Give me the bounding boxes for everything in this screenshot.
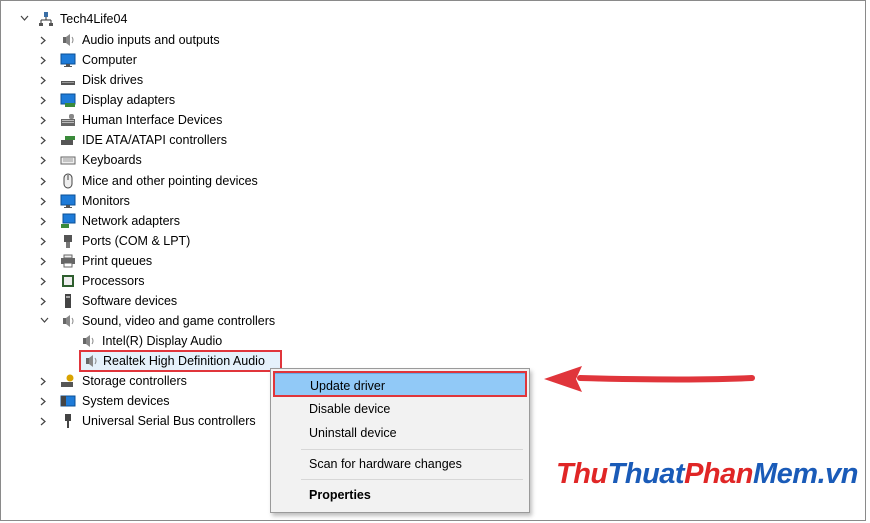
chevron-down-icon[interactable] [38, 311, 50, 331]
speaker-icon [60, 313, 76, 329]
software-device-icon [60, 293, 76, 309]
tree-item-label: Realtek High Definition Audio [103, 354, 265, 368]
menu-item-properties[interactable]: Properties [271, 483, 529, 507]
menu-separator [301, 449, 523, 450]
chevron-right-icon[interactable] [38, 371, 50, 391]
chevron-right-icon[interactable] [38, 50, 50, 70]
tree-item-label: Intel(R) Display Audio [102, 334, 223, 348]
context-menu: Update driver Disable device Uninstall d… [270, 368, 530, 513]
menu-item-disable-device[interactable]: Disable device [271, 397, 529, 421]
monitor-icon [60, 193, 76, 209]
tree-item-label: Universal Serial Bus controllers [82, 414, 256, 428]
watermark-part: Phan [684, 458, 753, 490]
chevron-down-icon[interactable] [18, 9, 30, 29]
tree-item-label: Human Interface Devices [82, 113, 223, 127]
tree-item-label: Disk drives [82, 73, 144, 87]
chevron-right-icon[interactable] [38, 110, 50, 130]
speaker-icon [60, 32, 76, 48]
chevron-right-icon[interactable] [38, 211, 50, 231]
chevron-right-icon[interactable] [38, 90, 50, 110]
tree-item-label: Display adapters [82, 93, 176, 107]
chevron-right-icon[interactable] [38, 271, 50, 291]
watermark-part: Thu [556, 458, 608, 490]
root-label: Tech4Life04 [60, 12, 128, 26]
tree-item-label: Network adapters [82, 214, 180, 228]
watermark-part: Thuat [607, 458, 685, 490]
tree-item-label: Software devices [82, 294, 178, 308]
tree-item-label: Monitors [82, 194, 130, 208]
hid-icon [60, 112, 76, 128]
menu-item-label: Uninstall device [309, 426, 397, 440]
tree-item-label: System devices [82, 394, 170, 408]
chevron-right-icon[interactable] [38, 291, 50, 311]
menu-item-update-driver[interactable]: Update driver [273, 373, 527, 397]
menu-item-label: Scan for hardware changes [309, 457, 462, 471]
tree-item-label: IDE ATA/ATAPI controllers [82, 133, 227, 147]
storage-icon [60, 373, 76, 389]
tree-item-label: Processors [82, 274, 145, 288]
menu-item-label: Update driver [310, 379, 386, 393]
tree-item-label: Print queues [82, 254, 153, 268]
tree-item-label: Sound, video and game controllers [82, 314, 276, 328]
menu-item-scan-hardware[interactable]: Scan for hardware changes [271, 452, 529, 476]
watermark-part: Mem.vn [753, 458, 858, 490]
menu-item-label: Properties [309, 488, 371, 502]
tree-item-label: Computer [82, 53, 137, 67]
computer-tree-icon [38, 11, 54, 27]
chevron-right-icon[interactable] [38, 30, 50, 50]
menu-separator [301, 479, 523, 480]
tree-item-label: Storage controllers [82, 374, 187, 388]
speaker-icon [83, 353, 99, 369]
processor-icon [60, 273, 76, 289]
chevron-right-icon[interactable] [38, 251, 50, 271]
tree-item-label: Mice and other pointing devices [82, 174, 258, 188]
disk-drive-icon [60, 72, 76, 88]
tree-item-label: Audio inputs and outputs [82, 33, 220, 47]
menu-item-uninstall-device[interactable]: Uninstall device [271, 421, 529, 445]
keyboard-icon [60, 152, 76, 168]
printer-icon [60, 253, 76, 269]
chevron-right-icon[interactable] [38, 171, 50, 191]
chevron-right-icon[interactable] [38, 191, 50, 211]
chevron-right-icon[interactable] [38, 150, 50, 170]
chevron-right-icon[interactable] [38, 130, 50, 150]
tree-item-label: Ports (COM & LPT) [82, 234, 191, 248]
tree-item-label: Keyboards [82, 153, 142, 167]
monitor-icon [60, 52, 76, 68]
watermark-logo: ThuThuatPhanMem.vn [556, 458, 858, 491]
display-adapter-icon [60, 92, 76, 108]
annotation-arrow-icon [544, 366, 755, 392]
menu-item-label: Disable device [309, 402, 391, 416]
network-icon [60, 213, 76, 229]
mouse-icon [60, 173, 76, 189]
chevron-right-icon[interactable] [38, 70, 50, 90]
port-icon [60, 233, 76, 249]
system-device-icon [60, 393, 76, 409]
chevron-right-icon[interactable] [38, 231, 50, 251]
chevron-right-icon[interactable] [38, 411, 50, 431]
ide-controller-icon [60, 132, 76, 148]
speaker-icon [80, 333, 96, 349]
usb-icon [60, 413, 76, 429]
chevron-right-icon[interactable] [38, 391, 50, 411]
